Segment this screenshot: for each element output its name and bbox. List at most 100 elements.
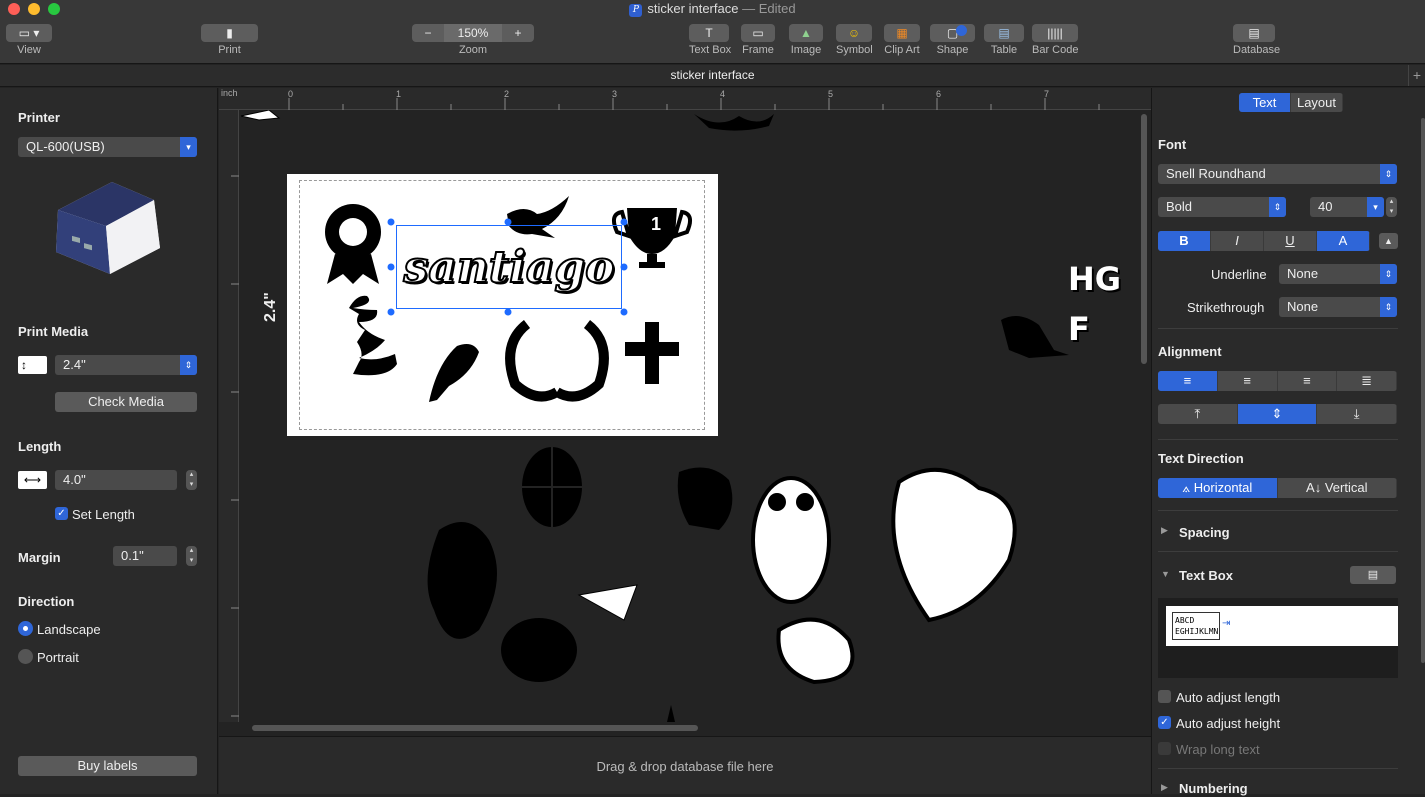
- align-center-icon[interactable]: ≡: [1218, 371, 1278, 391]
- barcode-label: Bar Code: [1032, 44, 1079, 56]
- set-length-checkbox[interactable]: ✓: [55, 507, 68, 520]
- shape-label: Shape: [936, 44, 969, 56]
- wrap-text-label: Wrap long text: [1176, 742, 1260, 757]
- text-box-preview-area: ABCD EGHIJKLMN ⇥: [1158, 598, 1398, 678]
- tab-sticker-interface[interactable]: sticker interface: [670, 68, 754, 82]
- align-justify-icon[interactable]: ≣: [1337, 371, 1397, 391]
- length-input[interactable]: 4.0": [55, 470, 177, 490]
- zoom-label: Zoom: [458, 44, 488, 56]
- add-tab-button[interactable]: +: [1407, 65, 1421, 86]
- database-drop-zone[interactable]: Drag & drop database file here: [219, 736, 1151, 794]
- disclosure-right-icon[interactable]: ▶: [1161, 525, 1168, 536]
- ruler-mark: 7: [1044, 89, 1050, 99]
- underline-select[interactable]: None ⇕: [1279, 264, 1397, 284]
- inspector-tabs: Text Layout: [1239, 93, 1343, 112]
- selected-text-box[interactable]: santiago: [396, 225, 622, 309]
- zoom-value[interactable]: 150%: [444, 24, 502, 42]
- margin-input[interactable]: 0.1": [113, 546, 177, 566]
- ruler-mark: 2: [504, 89, 510, 99]
- landscape-radio[interactable]: [18, 621, 33, 636]
- text-box-heading[interactable]: Text Box: [1179, 568, 1233, 583]
- font-size-stepper[interactable]: ▴ ▾: [1386, 197, 1397, 217]
- horizontal-button[interactable]: ⟑ Horizontal: [1158, 478, 1278, 498]
- clip-art-icon: ▦: [884, 24, 920, 42]
- bold-button[interactable]: B: [1158, 231, 1211, 251]
- sidebar-view-icon[interactable]: ▭ ▾: [6, 24, 52, 42]
- auto-height-label: Auto adjust height: [1176, 716, 1281, 731]
- tab-text[interactable]: Text: [1239, 93, 1291, 112]
- text-box-tool[interactable]: T Text Box: [689, 24, 731, 56]
- align-middle-icon[interactable]: ⇕: [1237, 404, 1318, 424]
- chevron-up-icon[interactable]: ▲: [1379, 233, 1398, 249]
- inspector-scrollbar[interactable]: [1421, 118, 1425, 663]
- ruler-mark: 5: [828, 89, 834, 99]
- clip-art-label: Clip Art: [884, 44, 920, 56]
- spacing-heading[interactable]: Spacing: [1179, 525, 1230, 540]
- f-text[interactable]: F: [1068, 310, 1090, 348]
- table-label: Table: [990, 44, 1018, 56]
- align-right-icon[interactable]: ≡: [1278, 371, 1338, 391]
- align-bottom-icon[interactable]: ⤓: [1317, 404, 1397, 424]
- preview-box: ABCD EGHIJKLMN: [1172, 612, 1220, 640]
- chevron-down-icon: ▾: [180, 137, 197, 157]
- symbol-tool[interactable]: ☺ Symbol: [836, 24, 873, 56]
- zoom-in-button[interactable]: +: [502, 24, 534, 42]
- chevron-down-icon: ▾: [1367, 197, 1384, 217]
- italic-button[interactable]: I: [1211, 231, 1264, 251]
- print-icon[interactable]: ▮: [201, 24, 258, 42]
- table-tool[interactable]: ▤ Table: [984, 24, 1024, 56]
- set-length-label: Set Length: [72, 507, 135, 522]
- portrait-radio[interactable]: [18, 649, 33, 664]
- printer-select[interactable]: QL-600(USB) ▾: [18, 137, 197, 157]
- updown-icon: ⇕: [1380, 164, 1397, 184]
- disclosure-right-icon[interactable]: ▶: [1161, 782, 1168, 793]
- image-icon: ▲: [789, 24, 823, 42]
- table-icon: ▤: [984, 24, 1024, 42]
- ruler-mark: 4: [720, 89, 726, 99]
- horizontal-scrollbar[interactable]: [252, 725, 698, 731]
- barcode-tool[interactable]: ||||| Bar Code: [1032, 24, 1078, 56]
- frame-tool[interactable]: ▭ Frame: [741, 24, 775, 56]
- hg-text[interactable]: HG: [1068, 260, 1121, 298]
- updown-icon: ⇕: [180, 355, 197, 375]
- buy-labels-button[interactable]: Buy labels: [18, 756, 197, 776]
- zoom-control[interactable]: − 150% + Zoom: [412, 24, 534, 56]
- font-size-select[interactable]: 40 ▾: [1310, 197, 1384, 217]
- auto-length-checkbox[interactable]: [1158, 690, 1171, 703]
- image-tool[interactable]: ▲ Image: [789, 24, 823, 56]
- vertical-button[interactable]: A↓ Vertical: [1278, 478, 1397, 498]
- alignment-heading: Alignment: [1158, 344, 1222, 359]
- database-tool[interactable]: ▤ Database: [1233, 24, 1280, 56]
- underline-button[interactable]: U: [1264, 231, 1317, 251]
- check-media-button[interactable]: Check Media: [55, 392, 197, 412]
- disclosure-down-icon[interactable]: ▼: [1161, 569, 1170, 579]
- auto-height-checkbox[interactable]: ✓: [1158, 716, 1171, 729]
- vertical-scrollbar[interactable]: [1141, 114, 1147, 364]
- strikethrough-select[interactable]: None ⇕: [1279, 297, 1397, 317]
- print-media-select[interactable]: 2.4" ⇕: [55, 355, 197, 375]
- text-direction-heading: Text Direction: [1158, 451, 1244, 466]
- outline-button[interactable]: A: [1317, 231, 1370, 251]
- tab-layout[interactable]: Layout: [1291, 93, 1343, 112]
- font-family-select[interactable]: Snell Roundhand ⇕: [1158, 164, 1397, 184]
- zoom-out-button[interactable]: −: [412, 24, 444, 42]
- divider: [1158, 768, 1398, 769]
- trophy-number: 1: [651, 214, 662, 234]
- image-label: Image: [790, 44, 822, 56]
- label-text-santiago[interactable]: santiago: [397, 226, 621, 310]
- frame-icon: ▭: [741, 24, 775, 42]
- margin-stepper[interactable]: ▴ ▾: [186, 546, 197, 566]
- text-box-options-icon[interactable]: ▤: [1350, 566, 1396, 584]
- length-heading: Length: [18, 439, 62, 454]
- length-stepper[interactable]: ▴ ▾: [186, 470, 197, 490]
- align-left-icon[interactable]: ≡: [1158, 371, 1218, 391]
- label-canvas[interactable]: 1 santiago: [287, 174, 718, 436]
- view-control[interactable]: ▭ ▾ View: [6, 24, 52, 56]
- print-control[interactable]: ▮ Print: [201, 24, 258, 56]
- font-style-select[interactable]: Bold ⇕: [1158, 197, 1286, 217]
- clip-art-tool[interactable]: ▦ Clip Art: [884, 24, 920, 56]
- align-top-icon[interactable]: ⤒: [1158, 404, 1238, 424]
- preview-line2: EGHIJKLMN: [1175, 627, 1219, 636]
- portrait-label: Portrait: [37, 650, 79, 665]
- shape-tool[interactable]: ▢ Shape: [930, 24, 975, 56]
